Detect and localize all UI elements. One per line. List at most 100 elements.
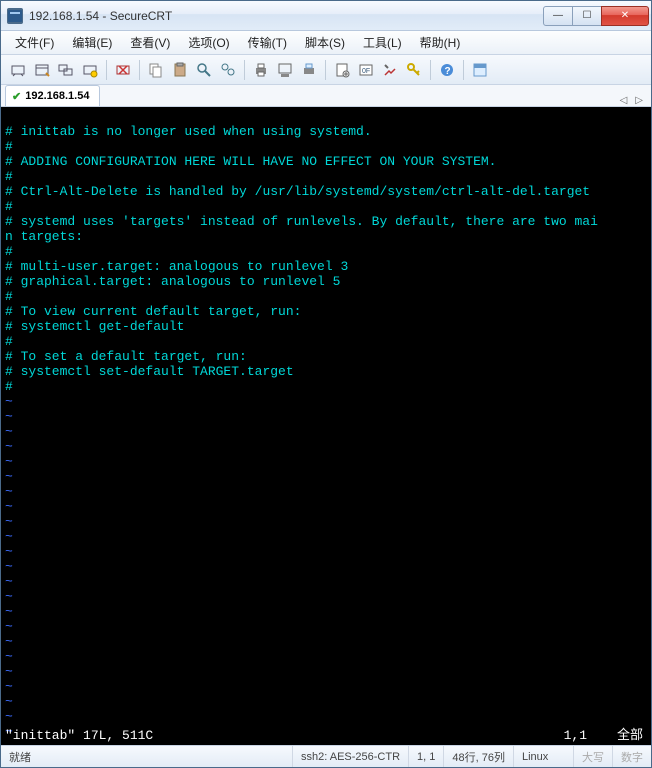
terminal-line: # ADDING CONFIGURATION HERE WILL HAVE NO…: [5, 154, 496, 169]
vim-tilde: ~: [5, 484, 13, 499]
print-screen-icon[interactable]: [274, 59, 296, 81]
minimize-button[interactable]: —: [543, 6, 573, 26]
menu-script[interactable]: 脚本(S): [297, 32, 353, 53]
menu-file[interactable]: 文件(F): [7, 32, 62, 53]
terminal-line: # inittab is no longer used when using s…: [5, 124, 372, 139]
tab-label: 192.168.1.54: [25, 90, 89, 102]
terminal-line: #: [5, 139, 13, 154]
vim-tilde: ~: [5, 679, 13, 694]
terminal-line: # To set a default target, run:: [5, 349, 247, 364]
terminal-line: # graphical.target: analogous to runleve…: [5, 274, 340, 289]
vim-tilde: ~: [5, 709, 13, 724]
print-icon[interactable]: [250, 59, 272, 81]
key-icon[interactable]: [403, 59, 425, 81]
svg-text:?: ?: [445, 66, 451, 77]
terminal-line: #: [5, 289, 13, 304]
terminal-line: # systemd uses 'targets' instead of runl…: [5, 214, 598, 229]
window-title: 192.168.1.54 - SecureCRT: [29, 9, 544, 23]
toolbar: 0F ?: [1, 55, 651, 85]
terminal-line: #: [5, 334, 13, 349]
terminal-line: # Ctrl-Alt-Delete is handled by /usr/lib…: [5, 184, 590, 199]
vim-tilde: ~: [5, 574, 13, 589]
vim-tilde: ~: [5, 619, 13, 634]
status-dims: 48行, 76列: [444, 746, 514, 767]
toggle-view-icon[interactable]: [469, 59, 491, 81]
vim-tilde: ~: [5, 529, 13, 544]
vim-file-info: "inittab" 17L, 511C: [5, 728, 153, 743]
maximize-button[interactable]: ☐: [572, 6, 602, 26]
status-os: Linux: [514, 746, 574, 767]
vim-tilde: ~: [5, 394, 13, 409]
properties-icon[interactable]: [331, 59, 353, 81]
vim-tilde: ~: [5, 559, 13, 574]
menu-help[interactable]: 帮助(H): [412, 32, 469, 53]
terminal-line: # To view current default target, run:: [5, 304, 301, 319]
menu-tools[interactable]: 工具(L): [355, 32, 410, 53]
quick-connect-icon[interactable]: [7, 59, 29, 81]
tab-nav: ◁ ▷: [618, 95, 647, 106]
hex-icon[interactable]: 0F: [355, 59, 377, 81]
vim-tilde: ~: [5, 499, 13, 514]
vim-tilde: ~: [5, 424, 13, 439]
vim-tilde: ~: [5, 439, 13, 454]
connect-dialog-icon[interactable]: [31, 59, 53, 81]
vim-tilde: ~: [5, 544, 13, 559]
menu-transfer[interactable]: 传输(T): [240, 32, 295, 53]
terminal-line: #: [5, 244, 13, 259]
toolbar-separator: [463, 60, 464, 80]
session-connect-icon[interactable]: [79, 59, 101, 81]
status-num: 数字: [613, 746, 651, 767]
status-ssh: ssh2: AES-256-CTR: [293, 746, 409, 767]
close-button[interactable]: ✕: [601, 6, 649, 26]
svg-text:0F: 0F: [362, 68, 370, 75]
titlebar[interactable]: 192.168.1.54 - SecureCRT — ☐ ✕: [1, 1, 651, 31]
status-cursor: 1, 1: [409, 746, 444, 767]
settings-icon[interactable]: [379, 59, 401, 81]
terminal-line: #: [5, 199, 13, 214]
terminal-line: #: [5, 169, 13, 184]
find-icon[interactable]: [193, 59, 215, 81]
menu-options[interactable]: 选项(O): [180, 32, 237, 53]
status-caps: 大写: [574, 746, 613, 767]
reconnect-icon[interactable]: [55, 59, 77, 81]
toolbar-separator: [106, 60, 107, 80]
paste-icon[interactable]: [169, 59, 191, 81]
app-icon: [7, 8, 23, 24]
terminal-line: # systemctl set-default TARGET.target: [5, 364, 294, 379]
terminal-line: # multi-user.target: analogous to runlev…: [5, 259, 348, 274]
vim-scroll-pos: 全部: [617, 728, 643, 743]
statusbar: 就绪 ssh2: AES-256-CTR 1, 1 48行, 76列 Linux…: [1, 745, 651, 767]
connected-check-icon: ✔: [12, 90, 21, 103]
print-selection-icon[interactable]: [298, 59, 320, 81]
disconnect-icon[interactable]: [112, 59, 134, 81]
vim-status-line: "inittab" 17L, 511C 1,1 全部: [5, 728, 647, 743]
terminal-line: n targets:: [5, 229, 83, 244]
vim-tilde: ~: [5, 409, 13, 424]
toolbar-separator: [244, 60, 245, 80]
copy-icon[interactable]: [145, 59, 167, 81]
window-controls: — ☐ ✕: [544, 6, 649, 26]
session-tab[interactable]: ✔ 192.168.1.54: [5, 85, 100, 106]
find-all-icon[interactable]: [217, 59, 239, 81]
vim-tilde: ~: [5, 604, 13, 619]
tab-prev-icon[interactable]: ◁: [618, 95, 630, 106]
menu-view[interactable]: 查看(V): [122, 32, 178, 53]
menu-edit[interactable]: 编辑(E): [64, 32, 120, 53]
vim-tilde: ~: [5, 514, 13, 529]
help-icon[interactable]: ?: [436, 59, 458, 81]
vim-tilde: ~: [5, 634, 13, 649]
terminal-line: # systemctl get-default: [5, 319, 184, 334]
toolbar-separator: [325, 60, 326, 80]
status-ready: 就绪: [1, 746, 293, 767]
vim-tilde: ~: [5, 454, 13, 469]
toolbar-separator: [139, 60, 140, 80]
toolbar-separator: [430, 60, 431, 80]
vim-tilde: ~: [5, 469, 13, 484]
app-window: 192.168.1.54 - SecureCRT — ☐ ✕ 文件(F) 编辑(…: [0, 0, 652, 768]
vim-tilde: ~: [5, 694, 13, 709]
terminal-line: #: [5, 379, 13, 394]
tabstrip: ✔ 192.168.1.54 ◁ ▷: [1, 85, 651, 107]
tab-next-icon[interactable]: ▷: [633, 95, 645, 106]
menubar: 文件(F) 编辑(E) 查看(V) 选项(O) 传输(T) 脚本(S) 工具(L…: [1, 31, 651, 55]
terminal[interactable]: # inittab is no longer used when using s…: [1, 107, 651, 745]
